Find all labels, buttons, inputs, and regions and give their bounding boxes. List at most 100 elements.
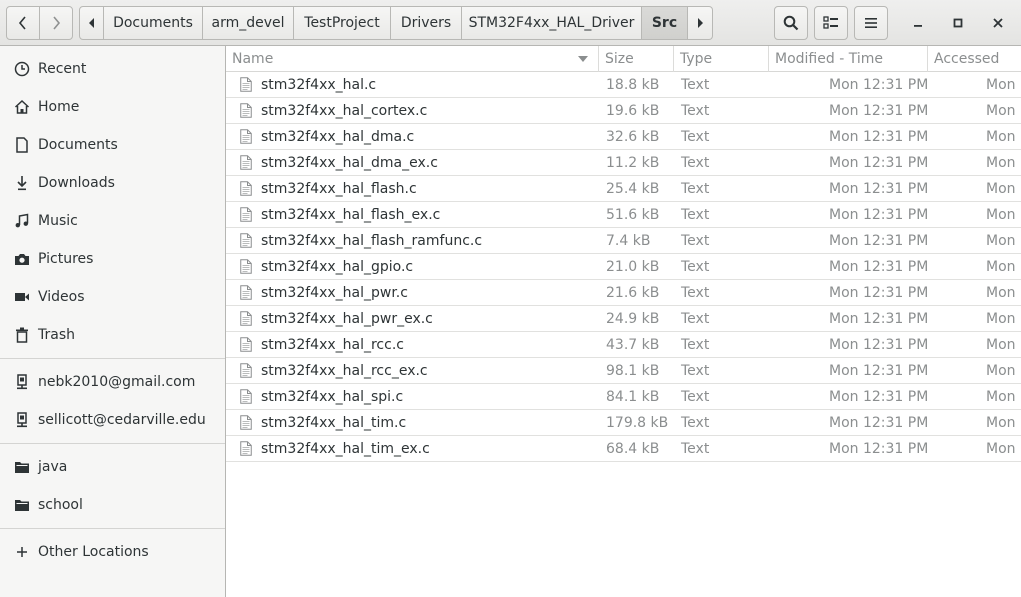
file-modified: Mon 12:31 PM <box>829 206 929 223</box>
file-accessed: Mon <box>986 206 1016 223</box>
hamburger-menu-icon <box>865 18 877 28</box>
sidebar-item-pictures[interactable]: Pictures <box>0 240 225 278</box>
file-modified: Mon 12:31 PM <box>829 128 929 145</box>
sidebar-item-documents[interactable]: Documents <box>0 126 225 164</box>
view-toggle-button[interactable] <box>814 6 848 40</box>
table-row[interactable]: stm32f4xx_hal_cortex.c 19.6 kB Text Mon … <box>226 98 1021 124</box>
table-row[interactable]: stm32f4xx_hal_flash.c 25.4 kB Text Mon 1… <box>226 176 1021 202</box>
path-crumb-hal-driver[interactable]: STM32F4xx_HAL_Driver <box>462 6 642 40</box>
column-header-label: Size <box>605 51 634 67</box>
file-accessed: Mon <box>986 258 1016 275</box>
close-button[interactable] <box>981 6 1015 40</box>
sidebar-item-downloads[interactable]: Downloads <box>0 164 225 202</box>
table-row[interactable]: stm32f4xx_hal_rcc.c 43.7 kB Text Mon 12:… <box>226 332 1021 358</box>
column-header-type[interactable]: Type <box>674 46 769 72</box>
search-button[interactable] <box>774 6 808 40</box>
text-file-icon <box>240 436 254 461</box>
sidebar-item-recent[interactable]: Recent <box>0 50 225 88</box>
folder-icon <box>13 458 31 476</box>
file-accessed: Mon <box>986 128 1016 145</box>
table-row[interactable]: stm32f4xx_hal_pwr.c 21.6 kB Text Mon 12:… <box>226 280 1021 306</box>
path-scroll-right-button[interactable] <box>688 6 713 40</box>
table-row[interactable]: stm32f4xx_hal_dma_ex.c 11.2 kB Text Mon … <box>226 150 1021 176</box>
path-scroll-left-button[interactable] <box>79 6 104 40</box>
file-name: stm32f4xx_hal.c <box>261 76 377 93</box>
path-crumb-src[interactable]: Src <box>642 6 688 40</box>
file-modified: Mon 12:31 PM <box>829 258 929 275</box>
column-header-name[interactable]: Name <box>226 46 599 72</box>
path-crumb-documents[interactable]: Documents <box>104 6 203 40</box>
file-type: Text <box>681 336 710 353</box>
sidebar-item-videos[interactable]: Videos <box>0 278 225 316</box>
column-header-label: Modified - Time <box>775 51 883 67</box>
back-button[interactable] <box>6 6 40 40</box>
text-file-icon <box>240 72 254 97</box>
sidebar-item-home[interactable]: Home <box>0 88 225 126</box>
file-accessed: Mon <box>986 362 1016 379</box>
file-name: stm32f4xx_hal_tim.c <box>261 414 407 431</box>
file-size: 21.6 kB <box>606 284 660 301</box>
menu-button[interactable] <box>854 6 888 40</box>
file-modified: Mon 12:31 PM <box>829 388 929 405</box>
chevron-right-icon <box>53 16 61 30</box>
table-row[interactable]: stm32f4xx_hal_spi.c 84.1 kB Text Mon 12:… <box>226 384 1021 410</box>
table-row[interactable]: stm32f4xx_hal_flash_ex.c 51.6 kB Text Mo… <box>226 202 1021 228</box>
path-crumb-drivers[interactable]: Drivers <box>391 6 462 40</box>
sidebar-item-label: sellicott@cedarville.edu <box>38 412 206 428</box>
sidebar-item-other-locations[interactable]: Other Locations <box>0 533 225 571</box>
table-row[interactable]: stm32f4xx_hal_rcc_ex.c 98.1 kB Text Mon … <box>226 358 1021 384</box>
sidebar-item-music[interactable]: Music <box>0 202 225 240</box>
file-name: stm32f4xx_hal_rcc.c <box>261 336 404 353</box>
column-header-size[interactable]: Size <box>599 46 674 72</box>
table-row[interactable]: stm32f4xx_hal_dma.c 32.6 kB Text Mon 12:… <box>226 124 1021 150</box>
text-file-icon <box>240 306 254 331</box>
sidebar-divider <box>0 443 225 444</box>
file-type: Text <box>681 284 710 301</box>
column-header-accessed[interactable]: Accessed <box>928 46 1021 72</box>
sidebar-divider <box>0 358 225 359</box>
file-modified: Mon 12:31 PM <box>829 154 929 171</box>
sidebar-item-label: Recent <box>38 61 87 77</box>
file-name: stm32f4xx_hal_pwr_ex.c <box>261 310 433 327</box>
file-modified: Mon 12:31 PM <box>829 362 929 379</box>
text-file-icon <box>240 384 254 409</box>
text-file-icon <box>240 176 254 201</box>
maximize-icon <box>953 18 963 28</box>
table-row[interactable]: stm32f4xx_hal_tim_ex.c 68.4 kB Text Mon … <box>226 436 1021 462</box>
file-accessed: Mon <box>986 388 1016 405</box>
table-row[interactable]: stm32f4xx_hal_flash_ramfunc.c 7.4 kB Tex… <box>226 228 1021 254</box>
table-row[interactable]: stm32f4xx_hal_gpio.c 21.0 kB Text Mon 12… <box>226 254 1021 280</box>
sidebar-item-school[interactable]: school <box>0 486 225 524</box>
table-row[interactable]: stm32f4xx_hal.c 18.8 kB Text Mon 12:31 P… <box>226 72 1021 98</box>
table-row[interactable]: stm32f4xx_hal_tim.c 179.8 kB Text Mon 12… <box>226 410 1021 436</box>
file-accessed: Mon <box>986 414 1016 431</box>
file-type: Text <box>681 76 710 93</box>
column-header-modified[interactable]: Modified - Time <box>769 46 928 72</box>
sidebar-item-account-cedarville[interactable]: sellicott@cedarville.edu <box>0 401 225 439</box>
sidebar-divider <box>0 528 225 529</box>
triangle-right-icon <box>698 18 703 28</box>
text-file-icon <box>240 98 254 123</box>
file-name: stm32f4xx_hal_flash_ex.c <box>261 206 441 223</box>
sidebar-item-java[interactable]: java <box>0 448 225 486</box>
music-icon <box>13 212 31 230</box>
sidebar-item-label: school <box>38 497 83 513</box>
maximize-button[interactable] <box>941 6 975 40</box>
file-size: 51.6 kB <box>606 206 660 223</box>
sidebar: Recent Home Documents Downloads Music Pi… <box>0 46 226 597</box>
minimize-button[interactable] <box>901 6 935 40</box>
text-file-icon <box>240 410 254 435</box>
sidebar-item-account-gmail[interactable]: nebk2010@gmail.com <box>0 363 225 401</box>
file-name: stm32f4xx_hal_rcc_ex.c <box>261 362 428 379</box>
path-crumb-testproject[interactable]: TestProject <box>294 6 391 40</box>
forward-button[interactable] <box>39 6 73 40</box>
file-modified: Mon 12:31 PM <box>829 440 929 457</box>
file-accessed: Mon <box>986 336 1016 353</box>
path-crumb-arm-devel[interactable]: arm_devel <box>203 6 294 40</box>
header-bar: Documents arm_devel TestProject Drivers … <box>0 0 1021 46</box>
file-modified: Mon 12:31 PM <box>829 310 929 327</box>
table-row[interactable]: stm32f4xx_hal_pwr_ex.c 24.9 kB Text Mon … <box>226 306 1021 332</box>
file-name: stm32f4xx_hal_dma_ex.c <box>261 154 438 171</box>
sidebar-item-trash[interactable]: Trash <box>0 316 225 354</box>
file-size: 32.6 kB <box>606 128 660 145</box>
